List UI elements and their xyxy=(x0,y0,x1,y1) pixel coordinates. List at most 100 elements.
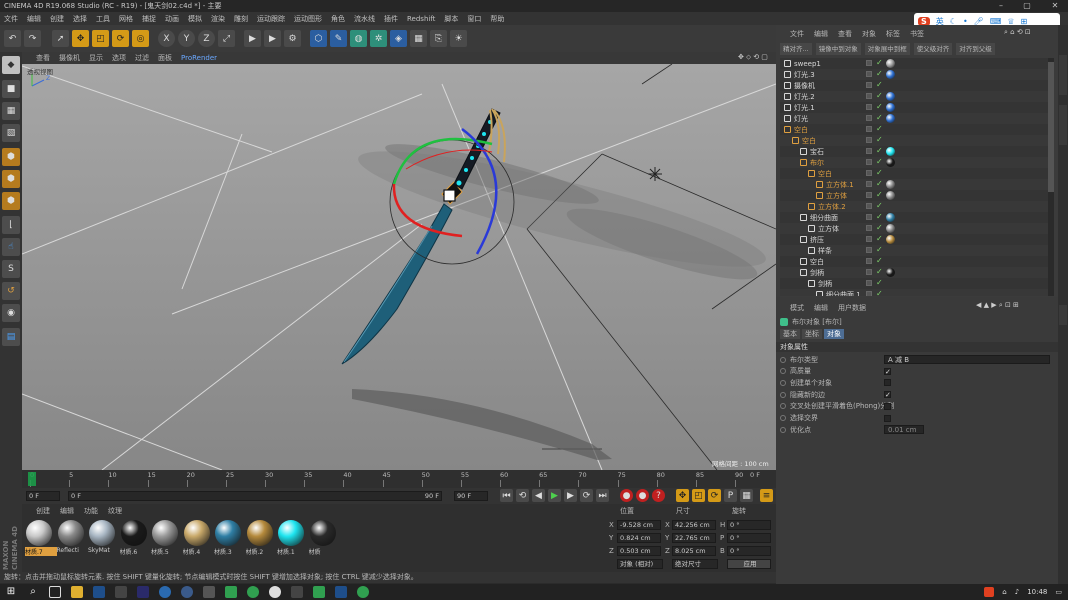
object-row[interactable]: 细分曲面 ✓ xyxy=(780,212,1048,223)
material-name[interactable]: 材质 xyxy=(309,547,341,556)
material-tag-icon[interactable] xyxy=(886,103,895,112)
object-name[interactable]: 立方体.2 xyxy=(818,202,846,212)
menu-item-8[interactable]: 模拟 xyxy=(188,14,202,24)
object-row[interactable]: 立方体 ✓ xyxy=(780,190,1048,201)
material-tag-icon[interactable] xyxy=(886,114,895,123)
start-frame-field[interactable]: 0 F xyxy=(26,491,60,501)
enable-check-icon[interactable]: ✓ xyxy=(876,256,883,265)
move-tool-icon[interactable]: ✥ xyxy=(72,30,89,47)
menu-item-12[interactable]: 运动图形 xyxy=(294,14,322,24)
file-explorer-icon[interactable] xyxy=(71,586,83,598)
object-name[interactable]: 剑柄 xyxy=(818,279,832,289)
visibility-toggle[interactable] xyxy=(866,192,872,198)
object-row[interactable]: 立方体.2 ✓ xyxy=(780,201,1048,212)
recent-tool-icon[interactable]: ◎ xyxy=(132,30,149,47)
viewport-menu-item-3[interactable]: 选项 xyxy=(112,53,126,63)
object-name[interactable]: 空白 xyxy=(794,125,808,135)
om-button-3[interactable]: 使父级对齐 xyxy=(913,43,953,55)
floor-scene-icon[interactable]: ▦ xyxy=(410,30,427,47)
om-tab-1[interactable]: 编辑 xyxy=(814,29,828,39)
side-tab-attributes[interactable] xyxy=(1059,305,1067,325)
menu-item-6[interactable]: 捕捉 xyxy=(142,14,156,24)
object-row[interactable]: 空白 ✓ xyxy=(780,168,1048,179)
coordinate-system-icon[interactable]: ⤢ xyxy=(218,30,235,47)
enable-check-icon[interactable]: ✓ xyxy=(876,289,883,296)
material-swatch[interactable] xyxy=(246,520,273,546)
windows-start-icon[interactable]: ⊞ xyxy=(5,586,17,598)
visibility-toggle[interactable] xyxy=(866,148,872,154)
menu-item-4[interactable]: 工具 xyxy=(96,14,110,24)
timeline-current-marker[interactable] xyxy=(28,472,36,486)
enable-check-icon[interactable]: ✓ xyxy=(876,58,883,67)
object-name[interactable]: 空白 xyxy=(810,257,824,267)
enable-check-icon[interactable]: ✓ xyxy=(876,245,883,254)
object-name[interactable]: 立方体.1 xyxy=(826,180,854,190)
material-swatch[interactable] xyxy=(89,520,115,546)
object-name[interactable]: 立方体 xyxy=(826,191,847,201)
menu-item-10[interactable]: 雕刻 xyxy=(234,14,248,24)
cube-primitive-icon[interactable]: ⬡ xyxy=(310,30,327,47)
attribute-subtab-0[interactable]: 基本 xyxy=(780,329,800,339)
next-key-icon[interactable]: ⟳ xyxy=(580,489,593,502)
app-icon-2[interactable] xyxy=(203,586,215,598)
visibility-toggle[interactable] xyxy=(866,60,872,66)
pen-spline-icon[interactable]: ✎ xyxy=(330,30,347,47)
material-tag-icon[interactable] xyxy=(886,59,895,68)
model-mode-icon[interactable]: ■ xyxy=(2,80,20,98)
size-field[interactable]: 42.256 cm xyxy=(672,520,716,530)
menu-item-0[interactable]: 文件 xyxy=(4,14,18,24)
x-axis-lock-icon[interactable]: X xyxy=(158,30,175,47)
visibility-toggle[interactable] xyxy=(866,115,872,121)
visibility-toggle[interactable] xyxy=(866,236,872,242)
attribute-subtab-1[interactable]: 坐标 xyxy=(802,329,822,339)
enable-check-icon[interactable]: ✓ xyxy=(876,190,883,199)
end-frame-field[interactable]: 90 F xyxy=(454,491,488,501)
rotation-field[interactable]: 0 ° xyxy=(727,546,771,556)
viewport-nav-icons[interactable]: ✥ ⬦ ⟲ ▢ xyxy=(738,53,768,62)
material-name[interactable]: 材质.7 xyxy=(25,547,57,556)
apply-button[interactable]: 应用 xyxy=(727,559,771,569)
snap-icon[interactable]: S xyxy=(2,260,20,278)
position-field[interactable]: 0.824 cm xyxy=(617,533,661,543)
object-name[interactable]: 立方体 xyxy=(818,224,839,234)
material-name[interactable]: 材质.3 xyxy=(214,547,246,556)
attribute-subtab-2[interactable]: 对象 xyxy=(824,329,844,339)
menu-item-11[interactable]: 运动跟踪 xyxy=(257,14,285,24)
object-name[interactable]: 空白 xyxy=(802,136,816,146)
side-tab-content[interactable] xyxy=(1059,105,1067,145)
object-row[interactable]: 灯光 ✓ xyxy=(780,113,1048,124)
menu-item-7[interactable]: 动画 xyxy=(165,14,179,24)
material-tag-icon[interactable] xyxy=(886,92,895,101)
clock[interactable]: 10:48 xyxy=(1027,588,1047,596)
scale-tool-icon[interactable]: ◰ xyxy=(92,30,109,47)
material-name[interactable]: 材质.6 xyxy=(120,547,152,556)
viewport-menu-item-6[interactable]: ProRender xyxy=(181,54,217,62)
object-row[interactable]: 剑柄 ✓ xyxy=(780,267,1048,278)
timeline-ruler[interactable]: 0510152025303540455055606570758085900 F xyxy=(22,470,776,488)
om-nav-icons[interactable]: ⌕ ⌂ ⟲ ⊡ xyxy=(1004,28,1031,37)
keyframe-selection-icon[interactable]: ? xyxy=(652,489,665,502)
side-tab-objects[interactable] xyxy=(1059,55,1067,95)
object-row[interactable]: 灯光.3 ✓ xyxy=(780,69,1048,80)
enable-check-icon[interactable]: ✓ xyxy=(876,179,883,188)
animate-dot-icon[interactable] xyxy=(780,379,786,386)
size-mode-select[interactable]: 绝对尺寸 xyxy=(672,559,718,569)
visibility-toggle[interactable] xyxy=(866,247,872,253)
edges-mode-icon[interactable]: ⬢ xyxy=(2,170,20,188)
enable-check-icon[interactable]: ✓ xyxy=(876,102,883,111)
render-view-icon[interactable]: ▶ xyxy=(244,30,261,47)
photoshop-icon[interactable] xyxy=(93,586,105,598)
app-icon-7[interactable] xyxy=(357,586,369,598)
render-settings-icon[interactable]: ⚙ xyxy=(284,30,301,47)
object-row[interactable]: 空白 ✓ xyxy=(780,124,1048,135)
enable-check-icon[interactable]: ✓ xyxy=(876,212,883,221)
visibility-toggle[interactable] xyxy=(866,170,872,176)
material-menu-item-0[interactable]: 创建 xyxy=(36,506,50,516)
viewport-menu-item-1[interactable]: 摄像机 xyxy=(59,53,80,63)
key-scale-icon[interactable]: ◰ xyxy=(692,489,705,502)
next-frame-icon[interactable]: ▶ xyxy=(564,489,577,502)
close-button[interactable]: ✕ xyxy=(1044,0,1066,12)
am-tab-0[interactable]: 模式 xyxy=(790,303,804,313)
prev-key-icon[interactable]: ⟲ xyxy=(516,489,529,502)
animate-dot-icon[interactable] xyxy=(780,391,786,398)
